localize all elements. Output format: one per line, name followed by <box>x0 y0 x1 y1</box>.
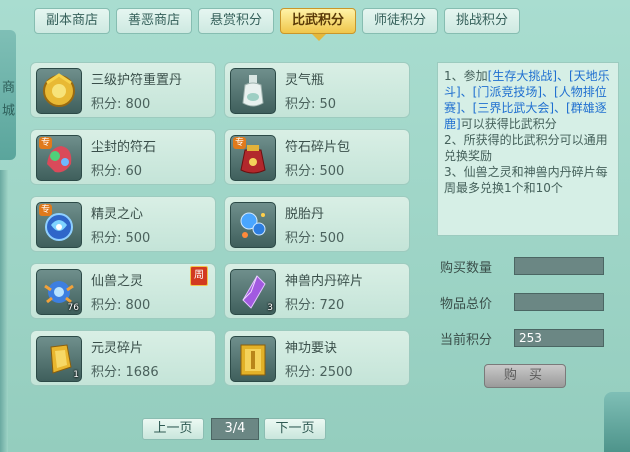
tab-dungeon-shop[interactable]: 副本商店 <box>34 8 110 34</box>
beast-spirit-icon: 76 <box>36 269 82 315</box>
buy-button[interactable]: 购 买 <box>484 364 566 388</box>
item-slot[interactable]: 1 元灵碎片 积分: 1686 <box>30 330 216 386</box>
item-slot[interactable]: 专 尘封的符石 积分: 60 <box>30 129 216 185</box>
item-price: 积分: 60 <box>91 164 143 179</box>
active-tab-pointer <box>312 34 326 41</box>
item-price: 积分: 50 <box>285 97 337 112</box>
spirit-bottle-icon <box>230 68 276 114</box>
golden-amulet-icon <box>36 68 82 114</box>
item-slot[interactable]: 3 神兽内丹碎片 积分: 720 <box>224 263 410 319</box>
shop-window: 商城 副本商店 善恶商店 悬赏积分 比武积分 师徒积分 挑战积分 三级护符重置丹… <box>0 0 630 452</box>
current-points-label: 当前积分 <box>440 333 493 348</box>
exclusive-badge: 专 <box>39 137 53 149</box>
left-border-decoration <box>0 170 8 452</box>
item-name: 神兽内丹碎片 <box>285 274 364 289</box>
item-name: 仙兽之灵 <box>91 274 144 289</box>
item-name: 元灵碎片 <box>91 341 144 356</box>
duel-points-info: 1、参加[生存大挑战]、[天地乐斗]、[门派竞技场]、[人物排位赛]、[三界比武… <box>437 62 619 236</box>
page-indicator: 3/4 <box>211 418 259 440</box>
item-slot[interactable]: 76 仙兽之灵 积分: 800 <box>30 263 216 319</box>
total-price-label: 物品总价 <box>440 297 493 312</box>
rebirth-pill-icon <box>230 202 276 248</box>
item-slot[interactable]: 脱胎丹 积分: 500 <box>224 196 410 252</box>
item-stack-count: 1 <box>73 370 79 380</box>
beast-core-fragment-icon: 3 <box>230 269 276 315</box>
exclusive-badge: 专 <box>39 204 53 216</box>
tab-duel-points[interactable]: 比武积分 <box>280 8 356 34</box>
item-price: 积分: 2500 <box>285 365 353 380</box>
item-name: 脱胎丹 <box>285 207 325 222</box>
item-stack-count: 76 <box>67 303 79 313</box>
item-price: 积分: 800 <box>91 298 151 313</box>
shop-tabs: 副本商店 善恶商店 悬赏积分 比武积分 师徒积分 挑战积分 <box>34 8 520 34</box>
total-price-field <box>514 293 604 311</box>
item-name: 三级护符重置丹 <box>91 73 183 88</box>
item-slot[interactable]: 灵气瓶 积分: 50 <box>224 62 410 118</box>
info-line-1-suffix: 可以获得比武积分 <box>460 117 557 131</box>
next-page-button[interactable]: 下一页 <box>264 418 326 440</box>
item-price: 积分: 800 <box>91 97 151 112</box>
item-price: 积分: 500 <box>91 231 151 246</box>
info-line-1-prefix: 1、参加 <box>444 69 488 83</box>
tab-bounty-points[interactable]: 悬赏积分 <box>198 8 274 34</box>
item-slot[interactable]: 三级护符重置丹 积分: 800 <box>30 62 216 118</box>
item-price: 积分: 720 <box>285 298 345 313</box>
tab-karma-shop[interactable]: 善恶商店 <box>116 8 192 34</box>
item-slot[interactable]: 专 符石碎片包 积分: 500 <box>224 129 410 185</box>
item-name: 符石碎片包 <box>285 140 351 155</box>
yuanling-fragment-icon: 1 <box>36 336 82 382</box>
item-name: 灵气瓶 <box>285 73 325 88</box>
info-line-2: 2、所获得的比武积分可以通用兑换奖励 <box>444 133 608 163</box>
skill-book-icon <box>230 336 276 382</box>
sealed-runestone-icon: 专 <box>36 135 82 181</box>
item-name: 精灵之心 <box>91 207 144 222</box>
item-price: 积分: 500 <box>285 231 345 246</box>
info-line-3: 3、仙兽之灵和神兽内丹碎片每周最多兑换1个和10个 <box>444 165 608 195</box>
item-name: 尘封的符石 <box>91 140 157 155</box>
item-stack-count: 3 <box>267 303 273 313</box>
item-price: 积分: 500 <box>285 164 345 179</box>
current-points-field: 253 <box>514 329 604 347</box>
item-price: 积分: 1686 <box>91 365 159 380</box>
prev-page-button[interactable]: 上一页 <box>142 418 204 440</box>
item-name: 神功要诀 <box>285 341 338 356</box>
runestone-bag-icon: 专 <box>230 135 276 181</box>
tab-challenge-points[interactable]: 挑战积分 <box>444 8 520 34</box>
exclusive-badge: 专 <box>233 137 247 149</box>
item-slot[interactable]: 专 精灵之心 积分: 500 <box>30 196 216 252</box>
corner-decoration <box>604 392 630 452</box>
item-slot[interactable]: 神功要诀 积分: 2500 <box>224 330 410 386</box>
side-mall-tab[interactable]: 商城 <box>0 30 16 160</box>
tab-mentor-points[interactable]: 师徒积分 <box>362 8 438 34</box>
quantity-label: 购买数量 <box>440 261 493 276</box>
quantity-field[interactable] <box>514 257 604 275</box>
elf-heart-icon: 专 <box>36 202 82 248</box>
weekly-limit-tag: 周 <box>190 266 208 286</box>
